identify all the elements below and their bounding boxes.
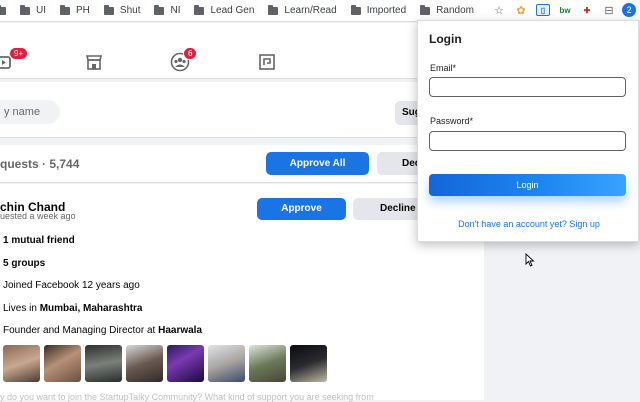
bookmark-folder-learn-read[interactable]: Learn/Read — [268, 4, 337, 16]
cursor-icon — [525, 253, 535, 267]
profile-badge[interactable]: 2 — [622, 3, 636, 17]
location[interactable]: Mumbai, Maharashtra — [40, 303, 143, 314]
photo-thumbnail[interactable] — [249, 345, 286, 382]
signup-link[interactable]: Don't have an account yet? Sign up — [418, 219, 640, 229]
workplace[interactable]: Haarwala — [158, 325, 202, 336]
requests-count-title: quests · 5,744 — [0, 157, 80, 171]
extension-blue-icon[interactable]: ▯ — [536, 4, 550, 16]
search-input[interactable]: y name — [0, 100, 60, 124]
popup-title: Login — [429, 32, 462, 46]
lives-in: Lives in Mumbai, Maharashtra — [3, 303, 143, 314]
folder-icon — [20, 4, 30, 15]
email-label: Email* — [430, 63, 457, 73]
approve-button[interactable]: Approve — [257, 198, 346, 220]
request-time: uested a week ago — [0, 211, 76, 221]
marketplace-icon[interactable] — [84, 52, 104, 72]
bookmark-folder-shut[interactable]: Shut — [103, 4, 140, 16]
bookmark-folder-ph[interactable]: PH — [60, 4, 90, 16]
membership-question: y do you want to join the StartupTalky C… — [0, 392, 374, 402]
work: Founder and Managing Director at Haarwal… — [3, 325, 203, 336]
joined-facebook: Joined Facebook 12 years ago — [3, 280, 140, 291]
member-request-card: chin Chand uested a week ago Approve Dec… — [0, 184, 484, 402]
bookmark-folder-random[interactable]: Random — [420, 4, 474, 16]
login-popup: Login Email* Password* Login Don't have … — [417, 20, 639, 242]
bookmark-folder-lead-gen[interactable]: Lead Gen — [194, 4, 254, 16]
mutual-friends: 1 mutual friend — [3, 235, 75, 246]
folder-icon — [0, 4, 6, 15]
folder-icon — [268, 4, 279, 15]
photo-thumbnail[interactable] — [44, 345, 81, 382]
photo-thumbnail[interactable] — [126, 345, 163, 382]
facebook-nav — [0, 23, 484, 79]
requests-header: quests · 5,744 Approve All Dec — [0, 145, 484, 183]
bookmarks-bar: UI PH Shut NI Lead Gen Learn/Read Import… — [0, 0, 640, 22]
photo-thumbnails — [3, 345, 331, 382]
groups-count: 5 groups — [3, 258, 46, 269]
approve-all-button[interactable]: Approve All — [266, 152, 369, 175]
login-button[interactable]: Login — [429, 174, 626, 196]
extension-toolbar: ☆ ✿ ▯ bw ✚ ⊟ 2 — [484, 3, 636, 17]
email-field[interactable] — [429, 77, 626, 97]
extension-grey-icon[interactable]: ⊟ — [602, 3, 616, 17]
star-icon[interactable]: ☆ — [492, 3, 506, 17]
password-label: Password* — [430, 116, 474, 126]
bookmark-folder-ui[interactable]: UI — [20, 4, 46, 16]
photo-thumbnail[interactable] — [290, 345, 327, 382]
folder-icon — [60, 4, 70, 15]
bookmark-folder[interactable] — [0, 4, 12, 15]
folder-icon — [103, 4, 114, 15]
extension-red-icon[interactable]: ✚ — [580, 4, 594, 16]
photo-thumbnail[interactable] — [3, 345, 40, 382]
bookmark-folder-imported[interactable]: Imported — [350, 4, 406, 16]
member-search-row: y name Sug — [0, 82, 495, 138]
watch-badge: 9+ — [9, 47, 29, 60]
folder-icon — [350, 4, 361, 15]
puzzle-extension-icon[interactable]: ✿ — [514, 3, 528, 17]
photo-thumbnail[interactable] — [85, 345, 122, 382]
password-field[interactable] — [429, 131, 626, 151]
folder-icon — [420, 4, 431, 15]
bookmark-folder-ni[interactable]: NI — [154, 4, 180, 16]
folder-icon — [194, 4, 205, 15]
photo-thumbnail[interactable] — [208, 345, 245, 382]
extension-bw-icon[interactable]: bw — [558, 4, 572, 16]
photo-thumbnail[interactable] — [167, 345, 204, 382]
folder-icon — [154, 4, 165, 15]
gaming-icon[interactable] — [257, 52, 277, 72]
